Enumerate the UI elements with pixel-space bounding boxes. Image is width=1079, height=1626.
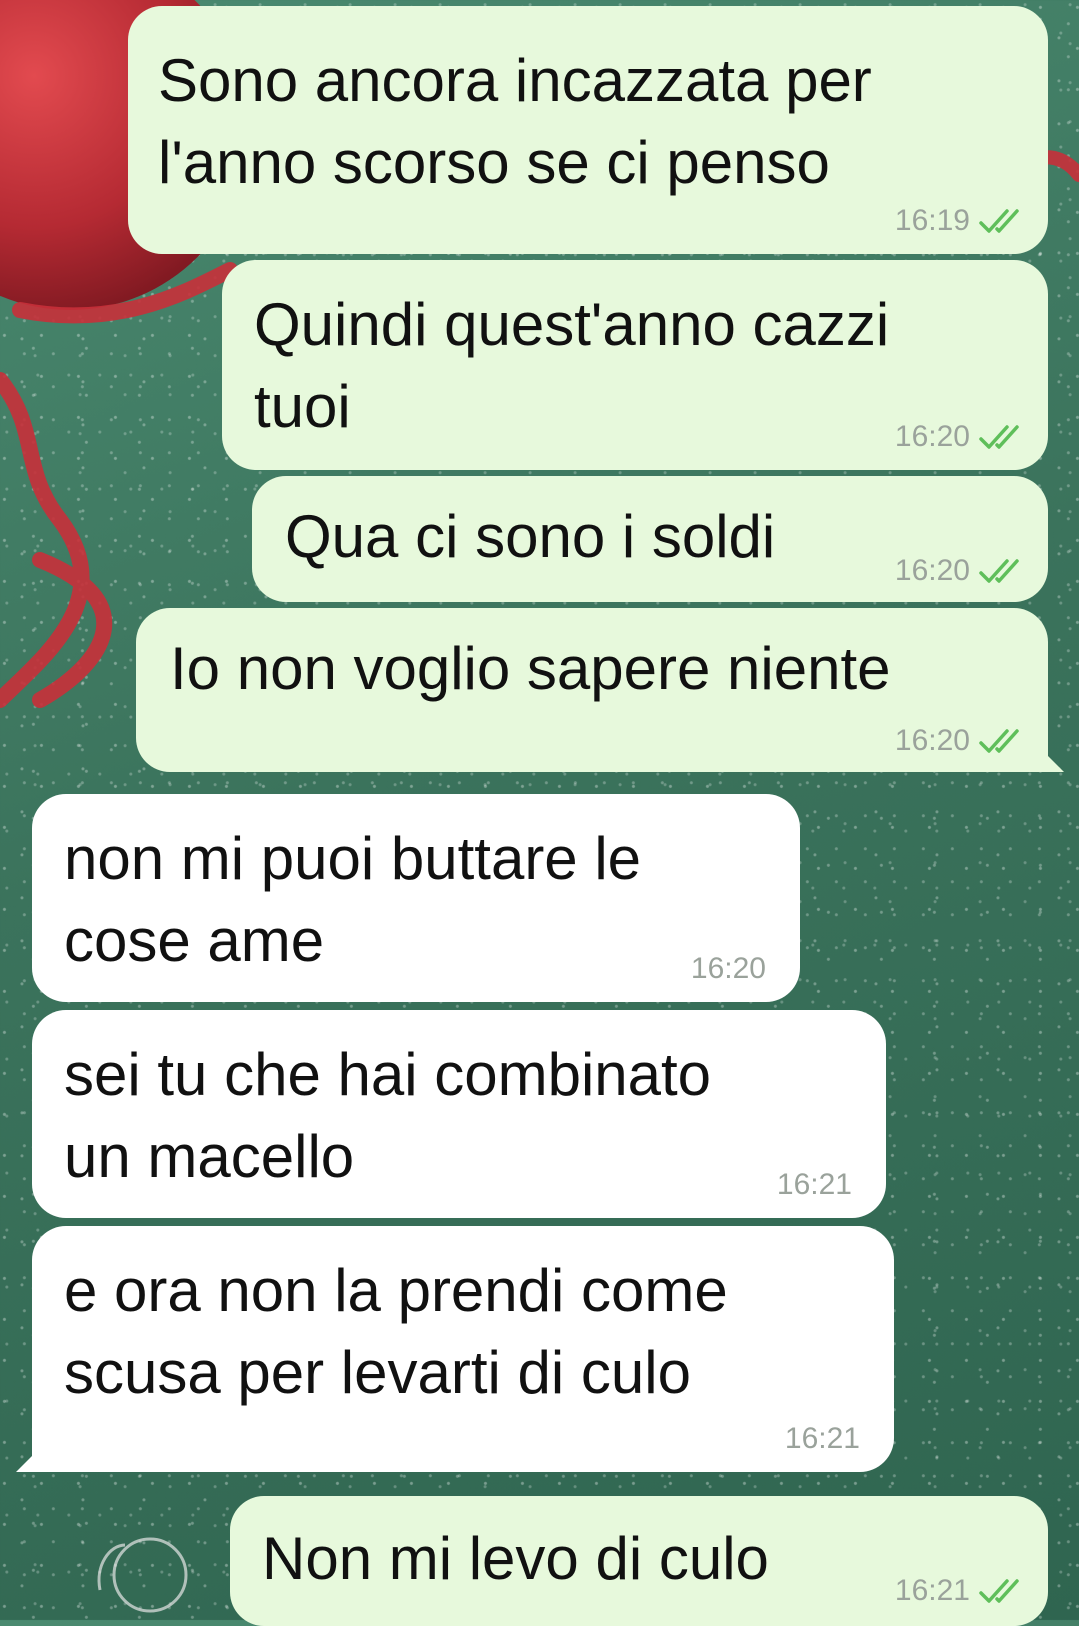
message-time: 16:21 bbox=[784, 1422, 860, 1455]
message-text: Sono ancora incazzata per l'anno scorso … bbox=[158, 47, 872, 196]
message-time: 16:20 bbox=[690, 952, 766, 985]
incoming-message-bubble[interactable]: sei tu che hai combinato un macello 16:2… bbox=[32, 1010, 886, 1218]
message-time: 16:20 bbox=[894, 554, 970, 587]
double-check-icon bbox=[979, 425, 1019, 449]
outgoing-message-bubble[interactable]: Io non voglio sapere niente 16:20 bbox=[136, 608, 1064, 772]
message-meta: 16:21 bbox=[777, 1168, 852, 1202]
message-meta: 16:19 bbox=[895, 204, 1026, 238]
message-time: 16:20 bbox=[894, 420, 970, 453]
message-meta: 16:20 bbox=[895, 724, 1026, 758]
message-text: Non mi levo di culo bbox=[262, 1525, 769, 1592]
message-time: 16:19 bbox=[894, 204, 970, 237]
message-text: Io non voglio sapere niente bbox=[170, 635, 891, 702]
message-text: Quindi quest'anno cazzi tuoi bbox=[254, 291, 890, 440]
double-check-icon bbox=[979, 729, 1019, 753]
double-check-icon bbox=[979, 559, 1019, 583]
incoming-message-bubble[interactable]: e ora non la prendi come scusa per levar… bbox=[16, 1226, 894, 1472]
message-time: 16:21 bbox=[776, 1168, 852, 1201]
ornament-outline-icon bbox=[97, 1537, 188, 1613]
outgoing-message-bubble[interactable]: Non mi levo di culo 16:21 bbox=[230, 1496, 1048, 1626]
outgoing-message-bubble[interactable]: Quindi quest'anno cazzi tuoi 16:20 bbox=[222, 260, 1048, 470]
message-text: Qua ci sono i soldi bbox=[285, 503, 776, 570]
message-time: 16:21 bbox=[894, 1574, 970, 1607]
message-text: non mi puoi buttare le cose ame bbox=[64, 825, 642, 974]
message-meta: 16:20 bbox=[691, 952, 766, 986]
double-check-icon bbox=[979, 1579, 1019, 1603]
message-text: e ora non la prendi come scusa per levar… bbox=[64, 1257, 728, 1406]
bubble-tail bbox=[16, 1444, 44, 1472]
message-meta: 16:20 bbox=[895, 420, 1026, 454]
outgoing-message-bubble[interactable]: Sono ancora incazzata per l'anno scorso … bbox=[128, 6, 1048, 254]
message-meta: 16:21 bbox=[785, 1422, 860, 1456]
message-text: sei tu che hai combinato un macello bbox=[64, 1041, 712, 1190]
message-time: 16:20 bbox=[894, 724, 970, 757]
message-meta: 16:20 bbox=[895, 554, 1026, 588]
bubble-tail bbox=[1036, 744, 1064, 772]
message-meta: 16:21 bbox=[895, 1574, 1026, 1608]
outgoing-message-bubble[interactable]: Qua ci sono i soldi 16:20 bbox=[252, 476, 1048, 602]
incoming-message-bubble[interactable]: non mi puoi buttare le cose ame 16:20 bbox=[32, 794, 800, 1002]
double-check-icon bbox=[979, 209, 1019, 233]
